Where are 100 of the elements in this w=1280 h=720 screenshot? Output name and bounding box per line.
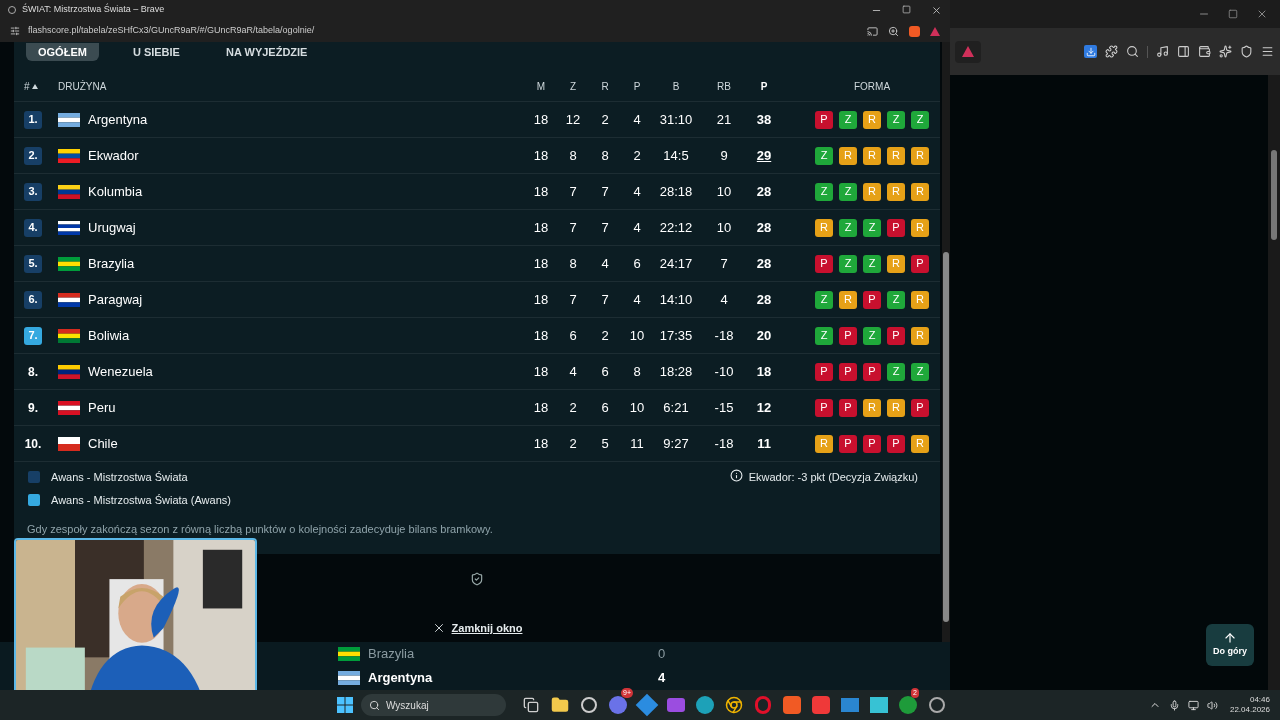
triangle-logo-icon[interactable] [930, 26, 940, 36]
team-name[interactable]: Kolumbia [88, 181, 525, 202]
form-result[interactable]: P [863, 290, 881, 309]
form-result[interactable]: Z [839, 110, 857, 129]
form-result[interactable]: P [815, 254, 833, 273]
sparkle-icon[interactable] [1219, 45, 1232, 58]
form-result[interactable]: P [815, 110, 833, 129]
form-result[interactable]: P [863, 362, 881, 381]
circle-app-icon[interactable] [928, 696, 946, 714]
team-name[interactable]: Wenezuela [88, 361, 525, 382]
team-name: Brazylia [368, 645, 416, 664]
flag-icon [58, 328, 80, 343]
close-window-link[interactable]: Zamknij okno [431, 619, 523, 636]
download-button[interactable] [1084, 45, 1097, 58]
cast-icon[interactable] [867, 25, 878, 37]
wallet-icon[interactable] [1198, 45, 1211, 58]
team-name[interactable]: Peru [88, 397, 525, 418]
form-result[interactable]: Z [863, 218, 881, 237]
column-header[interactable]: RB [717, 81, 731, 92]
form-result[interactable]: Z [887, 290, 905, 309]
rank-badge: 7. [24, 326, 42, 345]
speaker-icon[interactable] [1206, 699, 1218, 711]
form-result[interactable]: P [911, 398, 929, 417]
game-app-icon[interactable] [899, 696, 917, 714]
sort-ascending-icon[interactable] [31, 84, 38, 89]
folder-icon[interactable] [551, 696, 569, 714]
form-result[interactable]: Z [815, 146, 833, 165]
team-name[interactable]: Argentyna [88, 109, 525, 130]
chat-app-icon[interactable] [609, 696, 627, 714]
form-result[interactable]: Z [815, 182, 833, 201]
column-header[interactable]: R [601, 81, 609, 92]
column-header[interactable]: DRUŻYNA [58, 81, 107, 92]
team-name[interactable]: Brazylia [88, 253, 525, 274]
form-result[interactable]: Z [839, 218, 857, 237]
stat-cell: 4 [633, 183, 641, 199]
form-result[interactable]: P [815, 362, 833, 381]
rank-badge: 3. [24, 182, 42, 201]
scrollbar[interactable] [942, 42, 950, 642]
microphone-icon[interactable] [1168, 699, 1180, 711]
column-header[interactable]: # [24, 79, 30, 94]
tab[interactable]: U SIEBIE [120, 43, 192, 61]
close-icon[interactable] [931, 4, 942, 16]
circle-app-icon[interactable] [580, 696, 598, 714]
monitor-icon[interactable] [1187, 699, 1199, 711]
team-name[interactable]: Chile [88, 433, 525, 454]
tab[interactable]: NA WYJEŹDZIE [213, 43, 320, 61]
form-result[interactable]: P [887, 434, 905, 453]
extensions-icon[interactable] [1105, 45, 1118, 58]
form-result[interactable]: P [887, 326, 905, 345]
form-result[interactable]: Z [863, 254, 881, 273]
column-header[interactable]: B [672, 81, 680, 92]
team-name[interactable]: Paragwaj [88, 289, 525, 310]
team-name[interactable]: Ekwador [88, 145, 525, 166]
tab[interactable]: OGÓŁEM [26, 43, 99, 61]
form-result[interactable]: P [815, 398, 833, 417]
music-icon[interactable] [1156, 45, 1169, 58]
column-header[interactable]: Z [569, 81, 577, 92]
site-settings-icon[interactable] [10, 26, 20, 36]
code-editor-icon[interactable] [638, 696, 656, 714]
form-result[interactable]: Z [863, 326, 881, 345]
form-result[interactable]: Z [887, 362, 905, 381]
rank-badge: 2. [24, 146, 42, 165]
maximize-icon[interactable] [1228, 9, 1238, 19]
column-header[interactable]: M [536, 81, 546, 92]
column-header[interactable]: P [760, 81, 768, 92]
form-result[interactable]: Z [815, 290, 833, 309]
ring-browser-icon[interactable] [754, 696, 772, 714]
form-result[interactable]: P [839, 362, 857, 381]
sidebar-icon[interactable] [1177, 45, 1190, 58]
team-name[interactable]: Boliwia [88, 325, 525, 346]
zoom-icon[interactable] [888, 25, 899, 37]
form-result[interactable]: P [839, 434, 857, 453]
form-result[interactable]: Z [839, 254, 857, 273]
taskbar-search-field[interactable]: Wyszukaj [361, 694, 506, 716]
form-result[interactable]: Z [911, 362, 929, 381]
form-result[interactable]: P [911, 254, 929, 273]
form-result[interactable]: Z [911, 110, 929, 129]
form-result[interactable]: P [863, 434, 881, 453]
form-result[interactable]: P [887, 218, 905, 237]
chrome-icon[interactable] [725, 696, 743, 714]
task-view-icon[interactable] [522, 696, 540, 714]
browser-tab[interactable] [955, 40, 981, 63]
stack-app-icon[interactable] [667, 696, 685, 714]
close-icon[interactable] [1256, 8, 1268, 20]
form-result[interactable]: P [839, 326, 857, 345]
scrollbar[interactable] [1268, 75, 1280, 690]
shield-icon[interactable] [1240, 45, 1253, 58]
clock[interactable]: 04:46 22.04.2026 [1229, 695, 1270, 715]
windows-start-icon[interactable] [337, 697, 353, 713]
menu-icon[interactable] [1261, 45, 1274, 58]
back-to-top-button[interactable]: Do góry [1206, 624, 1254, 666]
form-result[interactable]: Z [815, 326, 833, 345]
team-name: Argentyna [368, 669, 434, 688]
form-result[interactable]: Z [887, 110, 905, 129]
maximize-icon[interactable] [902, 4, 911, 14]
team-name[interactable]: Urugwaj [88, 217, 525, 238]
column-header[interactable]: P [633, 81, 641, 92]
form-result[interactable]: P [839, 398, 857, 417]
search-icon[interactable] [1126, 45, 1139, 58]
form-result[interactable]: Z [839, 182, 857, 201]
